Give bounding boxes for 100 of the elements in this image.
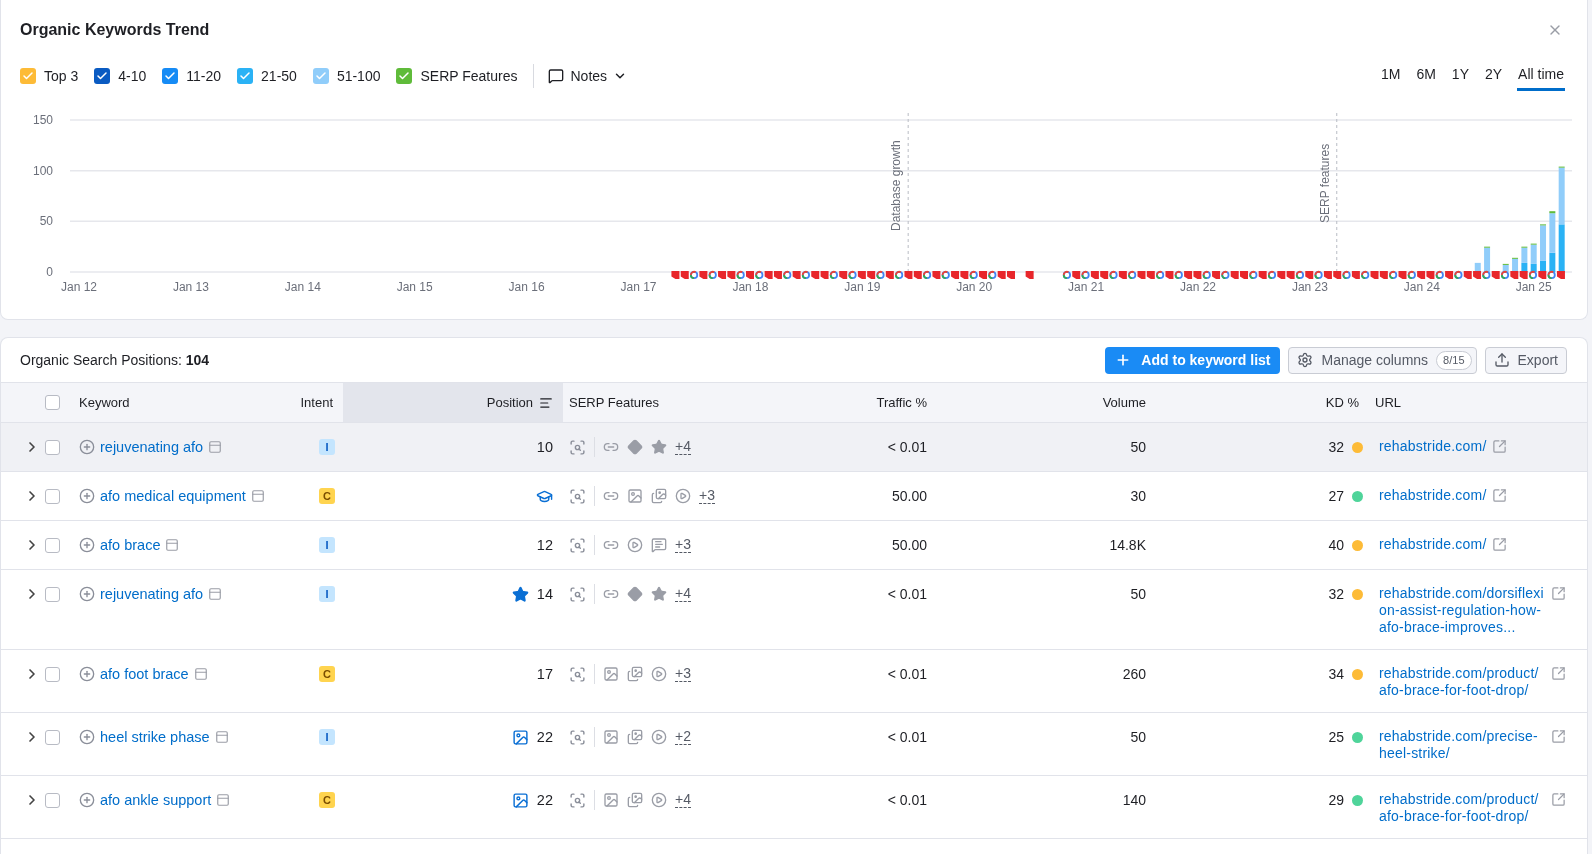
range-tab[interactable]: 6M xyxy=(1415,61,1437,91)
more-features-link[interactable]: +3 xyxy=(675,537,691,553)
y-tick-label: 150 xyxy=(32,113,53,127)
x-tick-label: Jan 15 xyxy=(396,280,433,294)
x-tick-label: Jan 22 xyxy=(1180,280,1216,294)
x-tick-label: Jan 14 xyxy=(284,280,321,294)
range-tab[interactable]: All time xyxy=(1517,61,1565,91)
notes-button[interactable]: Notes xyxy=(548,65,628,87)
traffic-value: < 0.01 xyxy=(887,438,927,456)
column-header[interactable]: Volume xyxy=(937,383,1156,422)
intent-tag: I xyxy=(319,586,335,602)
column-count: 8/15 xyxy=(1436,350,1472,370)
column-header[interactable]: Traffic % xyxy=(801,383,937,422)
x-tick-label: Jan 18 xyxy=(732,280,769,294)
traffic-value: 50.00 xyxy=(891,536,927,554)
x-tick-label: Jan 12 xyxy=(61,280,97,294)
traffic-value: < 0.01 xyxy=(887,585,927,603)
position-value: 22 xyxy=(536,791,553,809)
x-tick-label: Jan 25 xyxy=(1515,280,1552,294)
x-tick-label: Jan 13 xyxy=(172,280,209,294)
keyword-link[interactable]: heel strike phase xyxy=(100,728,210,746)
legend-label: 4-10 xyxy=(118,66,147,86)
column-header[interactable]: SERP Features xyxy=(563,383,801,422)
url-link[interactable]: rehabstride.com/ xyxy=(1379,536,1487,553)
card-title: Organic Keywords Trend xyxy=(20,20,210,40)
kd-value: 32 xyxy=(1328,438,1344,456)
keyword-link[interactable]: rejuvenating afo xyxy=(100,585,204,603)
intent-tag: C xyxy=(319,792,335,808)
intent-tag: I xyxy=(319,537,335,553)
legend-label: 11-20 xyxy=(186,66,222,86)
range-tab[interactable]: 2Y xyxy=(1483,61,1504,91)
keyword-link[interactable]: afo brace xyxy=(100,536,161,554)
intent-tag: I xyxy=(319,439,335,455)
volume-value: 140 xyxy=(1122,791,1146,809)
kd-value: 25 xyxy=(1328,728,1344,746)
volume-value: 50 xyxy=(1130,585,1146,603)
x-tick-label: Jan 24 xyxy=(1403,280,1440,294)
position-value: 10 xyxy=(536,438,553,456)
more-features-link[interactable]: +4 xyxy=(675,792,691,808)
more-features-link[interactable]: +2 xyxy=(675,729,691,745)
x-tick-label: Jan 16 xyxy=(508,280,545,294)
more-features-link[interactable]: +3 xyxy=(699,488,715,504)
x-tick-label: Jan 20 xyxy=(956,280,993,294)
volume-value: 50 xyxy=(1130,728,1146,746)
table-row[interactable]: rejuvenating afo I 10 +4 < 0.01 50 32 rehabstride.com/ xyxy=(1,423,1587,472)
x-tick-label: Jan 21 xyxy=(1068,280,1105,294)
kd-value: 29 xyxy=(1328,791,1344,809)
keyword-link[interactable]: afo foot brace xyxy=(100,665,189,683)
url-link[interactable]: rehabstride.com/ xyxy=(1379,438,1487,455)
y-tick-label: 50 xyxy=(39,214,53,229)
position-value: 14 xyxy=(536,585,553,603)
traffic-value: 50.00 xyxy=(891,487,927,505)
column-header[interactable]: URL xyxy=(1369,383,1589,422)
kd-value: 32 xyxy=(1328,585,1344,603)
range-tab[interactable]: 1M xyxy=(1379,61,1402,91)
traffic-value: < 0.01 xyxy=(887,728,927,746)
column-header[interactable]: KD % xyxy=(1156,383,1369,422)
manage-columns-button[interactable]: Manage columns 8/15 xyxy=(1288,346,1477,374)
intent-tag: C xyxy=(319,666,335,682)
intent-tag: C xyxy=(319,488,335,504)
x-tick-label: Jan 19 xyxy=(844,280,881,294)
keyword-link[interactable]: rejuvenating afo xyxy=(100,438,204,456)
url-link[interactable]: rehabstride.com/product/afo-brace-for-foot-drop/ xyxy=(1379,791,1545,825)
volume-value: 30 xyxy=(1130,487,1146,505)
traffic-value: < 0.01 xyxy=(887,665,927,683)
keyword-link[interactable]: afo ankle support xyxy=(100,791,212,809)
x-tick-label: Jan 17 xyxy=(620,280,657,294)
range-tab[interactable]: 1Y xyxy=(1450,61,1470,91)
more-features-link[interactable]: +4 xyxy=(675,586,691,602)
position-value: 22 xyxy=(536,728,553,746)
x-tick-label: Jan 23 xyxy=(1291,280,1328,294)
column-header[interactable]: Intent xyxy=(291,383,343,422)
more-features-link[interactable]: +3 xyxy=(675,666,691,682)
traffic-value: < 0.01 xyxy=(887,791,927,809)
legend-label: 51-100 xyxy=(336,66,381,86)
legend-label: 21-50 xyxy=(261,66,297,86)
column-header[interactable]: Position xyxy=(343,383,563,422)
position-value: 12 xyxy=(536,536,553,554)
export-button[interactable]: Export xyxy=(1484,346,1567,374)
keyword-link[interactable]: afo medical equipment xyxy=(100,487,246,505)
column-header[interactable]: Keyword xyxy=(73,383,291,422)
kd-value: 34 xyxy=(1328,665,1344,683)
y-tick-label: 0 xyxy=(46,265,53,279)
volume-value: 14.8K xyxy=(1109,536,1146,554)
annotation-label: SERP features xyxy=(1317,143,1332,223)
kd-value: 27 xyxy=(1328,487,1344,505)
more-features-link[interactable]: +4 xyxy=(675,439,691,455)
legend-label: SERP Features xyxy=(420,66,518,86)
url-link[interactable]: rehabstride.com/precise-heel-strike/ xyxy=(1379,728,1545,762)
position-value: 17 xyxy=(536,665,553,683)
kd-value: 40 xyxy=(1328,536,1344,554)
legend-label: Top 3 xyxy=(44,66,79,86)
volume-value: 260 xyxy=(1122,665,1146,683)
url-link[interactable]: rehabstride.com/product/afo-brace-for-foot-drop/ xyxy=(1379,665,1545,699)
annotation-label: Database growth xyxy=(889,140,904,231)
url-link[interactable]: rehabstride.com/dorsiflexion-assist-regulation-how-afo-brace-improves... xyxy=(1379,585,1545,636)
y-tick-label: 100 xyxy=(32,163,53,178)
intent-tag: I xyxy=(319,729,335,745)
url-link[interactable]: rehabstride.com/ xyxy=(1379,487,1487,504)
volume-value: 50 xyxy=(1130,438,1146,456)
